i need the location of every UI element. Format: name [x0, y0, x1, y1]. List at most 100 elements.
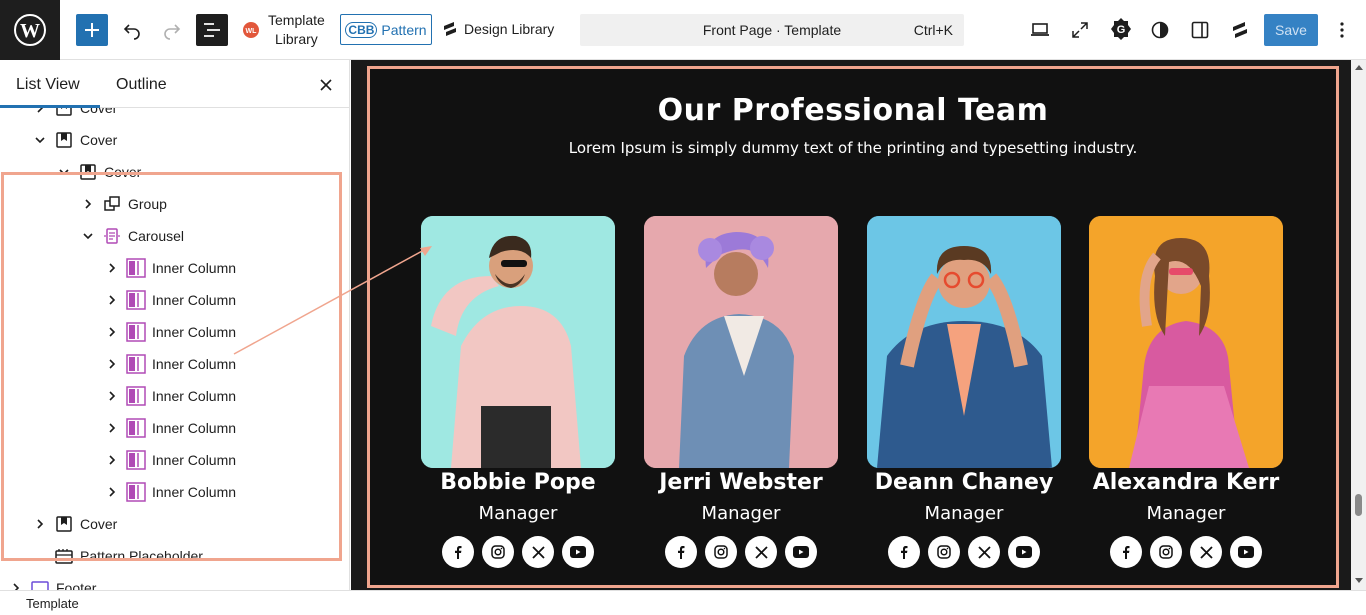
- facebook-icon[interactable]: [888, 536, 920, 568]
- x-icon[interactable]: [522, 536, 554, 568]
- wordpress-icon: W: [14, 14, 46, 46]
- person-photo-icon: [867, 216, 1061, 468]
- svg-text:G: G: [1117, 24, 1126, 36]
- tab-outline[interactable]: Outline: [116, 76, 167, 94]
- tab-list-view[interactable]: List View: [16, 76, 80, 94]
- member-name: Deann Chaney: [874, 470, 1054, 495]
- template-library-button[interactable]: WL Template Library: [242, 11, 325, 49]
- list-view-sidebar: List View Outline Cover Cover Cover Grou…: [0, 60, 350, 590]
- tree-row-cover[interactable]: Cover: [0, 124, 349, 156]
- template-library-icon: WL: [243, 22, 259, 38]
- add-block-button[interactable]: [76, 14, 108, 46]
- stackable-settings-button[interactable]: [1228, 18, 1252, 42]
- stackable-icon: [1233, 22, 1247, 38]
- wordpress-logo-button[interactable]: W: [0, 0, 60, 60]
- member-role: Manager: [478, 503, 558, 524]
- facebook-icon[interactable]: [442, 536, 474, 568]
- member-name: Bobbie Pope: [440, 470, 596, 495]
- youtube-icon[interactable]: [1230, 536, 1262, 568]
- cbb-logo: CBB: [345, 21, 378, 38]
- status-bar: Template: [0, 590, 1366, 615]
- scroll-up-arrow[interactable]: [1355, 65, 1363, 70]
- facebook-icon[interactable]: [665, 536, 697, 568]
- instagram-icon[interactable]: [482, 536, 514, 568]
- tree-row-label: Cover: [80, 132, 118, 148]
- more-vertical-icon: [1340, 22, 1344, 38]
- breadcrumb[interactable]: Template: [26, 596, 79, 611]
- instagram-icon[interactable]: [1150, 536, 1182, 568]
- tree-row-footer[interactable]: Footer: [0, 572, 349, 590]
- member-role: Manager: [1146, 503, 1226, 524]
- view-template-button[interactable]: [1068, 18, 1092, 42]
- settings-sidebar-button[interactable]: [1188, 18, 1212, 42]
- team-card[interactable]: Jerri Webster Manager: [644, 216, 838, 568]
- plus-icon: [85, 23, 99, 37]
- sidebar-tabs: List View Outline: [0, 60, 349, 108]
- team-photo[interactable]: [644, 216, 838, 468]
- x-icon[interactable]: [968, 536, 1000, 568]
- section-subheading: Lorem Ipsum is simply dummy text of the …: [568, 139, 1138, 157]
- editor-toolbar: W WL Template Library CBB Pattern Design…: [0, 0, 1366, 60]
- design-library-label: Design Library: [464, 21, 555, 37]
- member-role: Manager: [924, 503, 1004, 524]
- team-card[interactable]: Bobbie Pope Manager: [421, 216, 615, 568]
- scroll-down-arrow[interactable]: [1355, 578, 1363, 583]
- gutena-button[interactable]: G: [1108, 16, 1134, 42]
- tree-row-label: Footer: [56, 580, 97, 590]
- save-button[interactable]: Save: [1264, 14, 1318, 46]
- styles-button[interactable]: [1148, 18, 1172, 42]
- canvas-scrollbar[interactable]: [1351, 60, 1366, 590]
- svg-text:W: W: [20, 20, 40, 42]
- list-view-icon: [204, 23, 220, 37]
- youtube-icon[interactable]: [785, 536, 817, 568]
- team-photo[interactable]: [1089, 216, 1283, 468]
- team-photo[interactable]: [867, 216, 1061, 468]
- cover-block-icon: [56, 108, 72, 116]
- sidebar-icon: [1191, 21, 1209, 39]
- team-section[interactable]: Our Professional Team Lorem Ipsum is sim…: [367, 66, 1339, 588]
- x-icon[interactable]: [745, 536, 777, 568]
- tree-row-label: Cover: [80, 108, 118, 116]
- laptop-icon: [1031, 23, 1049, 36]
- team-photo[interactable]: [421, 216, 615, 468]
- youtube-icon[interactable]: [562, 536, 594, 568]
- youtube-icon[interactable]: [1008, 536, 1040, 568]
- design-library-button[interactable]: Design Library: [442, 21, 554, 37]
- social-links: [1089, 536, 1283, 568]
- editor-canvas[interactable]: Our Professional Team Lorem Ipsum is sim…: [351, 60, 1351, 590]
- options-button[interactable]: [1332, 18, 1352, 42]
- member-name: Jerri Webster: [659, 470, 823, 495]
- external-expand-icon: [1072, 22, 1088, 38]
- section-heading: Our Professional Team: [657, 93, 1049, 128]
- instagram-icon[interactable]: [705, 536, 737, 568]
- redo-icon: [164, 24, 181, 40]
- command-shortcut: Ctrl+K: [913, 22, 953, 38]
- person-photo-icon: [421, 216, 615, 468]
- command-title: Front Page · Template: [702, 22, 842, 38]
- device-preview-button[interactable]: [1028, 18, 1052, 42]
- facebook-icon[interactable]: [1110, 536, 1142, 568]
- team-card[interactable]: Alexandra Kerr Manager: [1089, 216, 1283, 568]
- team-card[interactable]: Deann Chaney Manager: [867, 216, 1061, 568]
- instagram-icon[interactable]: [928, 536, 960, 568]
- person-photo-icon: [1089, 216, 1283, 468]
- close-icon[interactable]: [317, 76, 335, 94]
- command-palette[interactable]: Front Page · Template Ctrl+K: [580, 14, 964, 46]
- member-name: Alexandra Kerr: [1092, 470, 1280, 495]
- document-overview-button[interactable]: [196, 14, 228, 46]
- cbb-pattern-button[interactable]: CBB Pattern: [340, 14, 432, 45]
- chevron-right-icon[interactable]: [33, 108, 47, 115]
- half-circle-icon: [1151, 21, 1169, 39]
- member-role: Manager: [701, 503, 781, 524]
- pattern-label: Pattern: [381, 21, 427, 38]
- redo-button[interactable]: [160, 18, 184, 42]
- scrollbar-thumb[interactable]: [1355, 494, 1362, 516]
- chevron-right-icon[interactable]: [9, 581, 23, 590]
- stackable-icon: [444, 22, 456, 36]
- tree-row-cover-partial[interactable]: Cover: [0, 108, 349, 124]
- chevron-down-icon[interactable]: [33, 133, 47, 147]
- template-library-label: Template Library: [268, 12, 325, 47]
- undo-button[interactable]: [120, 18, 144, 42]
- footer-template-icon: [31, 581, 49, 590]
- x-icon[interactable]: [1190, 536, 1222, 568]
